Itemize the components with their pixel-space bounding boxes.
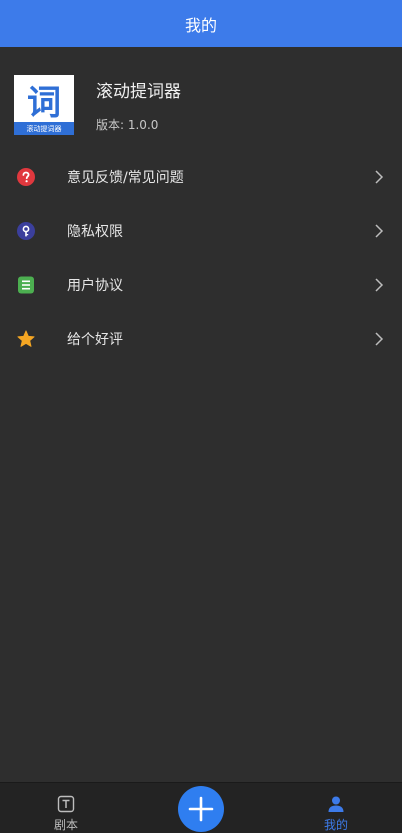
tab-script[interactable]: 剧本 [26, 783, 106, 833]
menu-item-rate-app[interactable]: 给个好评 [0, 312, 402, 366]
app-name: 滚动提词器 [96, 82, 181, 102]
tab-script-label: 剧本 [53, 818, 78, 832]
menu-item-label: 给个好评 [67, 332, 123, 348]
app-version: 版本: 1.0.0 [96, 118, 159, 132]
plus-icon [188, 796, 214, 822]
user-icon [328, 796, 344, 812]
menu-item-label: 隐私权限 [67, 224, 123, 240]
question-icon [17, 168, 35, 186]
menu-item-label: 意见反馈/常见问题 [67, 170, 184, 186]
chevron-right-icon [375, 224, 384, 238]
app-logo-glyph: 词 [27, 82, 61, 123]
menu-item-feedback[interactable]: 意见反馈/常见问题 [0, 150, 402, 204]
script-text-icon [57, 795, 75, 813]
document-list-icon [17, 276, 35, 294]
tab-mine-label: 我的 [323, 818, 348, 832]
privacy-key-icon [17, 222, 35, 240]
chevron-right-icon [375, 332, 384, 346]
page-title: 我的 [184, 15, 217, 35]
add-script-button[interactable] [178, 786, 224, 832]
tab-mine[interactable]: 我的 [296, 783, 376, 833]
app-logo-caption: 滚动提词器 [14, 122, 74, 135]
app-info: 滚动提词器 版本: 1.0.0 [96, 77, 181, 133]
app-info-card: 词 滚动提词器 滚动提词器 版本: 1.0.0 [14, 75, 388, 135]
chevron-right-icon [375, 278, 384, 292]
menu-item-label: 用户协议 [67, 278, 123, 294]
menu-item-privacy[interactable]: 隐私权限 [0, 204, 402, 258]
settings-menu: 意见反馈/常见问题 隐私权限 用户协议 给个好评 [0, 150, 402, 366]
star-icon [17, 330, 35, 348]
menu-item-user-agreement[interactable]: 用户协议 [0, 258, 402, 312]
top-bar: 我的 [0, 0, 402, 47]
chevron-right-icon [375, 170, 384, 184]
app-logo: 词 滚动提词器 [14, 75, 74, 135]
